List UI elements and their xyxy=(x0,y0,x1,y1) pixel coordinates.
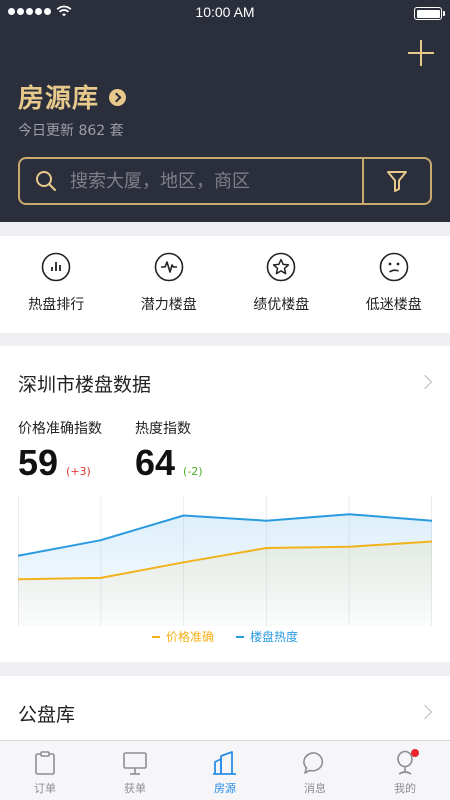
series-area xyxy=(18,514,432,626)
page-title: 房源库 xyxy=(18,84,100,114)
legend-item-price: 价格准确 xyxy=(151,628,214,645)
pulse-icon xyxy=(154,252,184,282)
legend-item-heat: 楼盘热度 xyxy=(236,628,298,645)
metric-price-accuracy: 价格准确指数 59 (+3) xyxy=(18,418,102,484)
notification-badge xyxy=(411,749,419,757)
status-bar: 10:00 AM xyxy=(0,0,450,26)
tab-label: 订单 xyxy=(34,782,56,795)
legend-swatch xyxy=(236,635,244,638)
chart-legend: 价格准确 楼盘热度 xyxy=(0,628,450,645)
tab-messages[interactable]: 消息 xyxy=(270,741,360,800)
status-time: 10:00 AM xyxy=(195,4,255,20)
quick-actions: 热盘排行 潜力楼盘 绩优楼盘 低迷楼盘 xyxy=(0,236,450,333)
quick-item-label: 热盘排行 xyxy=(28,297,85,313)
tab-label: 获单 xyxy=(124,782,146,795)
tab-profile[interactable]: 我的 xyxy=(360,741,450,800)
legend-label: 楼盘热度 xyxy=(250,630,299,644)
metric-heat: 热度指数 64 (-2) xyxy=(135,418,203,484)
legend-label: 价格准确 xyxy=(165,630,214,644)
quick-item-hot[interactable]: 热盘排行 xyxy=(0,236,113,333)
battery-icon xyxy=(414,7,445,20)
monitor-icon xyxy=(123,752,147,775)
filter-icon xyxy=(387,171,407,192)
update-count: 今日更新 862 套 xyxy=(18,123,124,139)
quick-item-label: 绩优楼盘 xyxy=(253,297,310,313)
chevron-right-icon[interactable] xyxy=(109,89,127,106)
quick-item-excellent[interactable]: 绩优楼盘 xyxy=(225,236,338,333)
metric-label: 热度指数 xyxy=(135,421,191,437)
add-button[interactable] xyxy=(408,40,434,66)
city-data-card: 深圳市楼盘数据 价格准确指数 59 (+3) 热度指数 64 (-2) 价格准确… xyxy=(0,346,450,662)
star-icon xyxy=(266,252,296,282)
tab-bar: 订单 获单 房源 消息 我的 xyxy=(0,740,450,800)
tab-get-orders[interactable]: 获单 xyxy=(90,741,180,800)
search-icon xyxy=(36,171,57,192)
public-listing-section[interactable]: 公盘库 xyxy=(0,676,450,740)
tab-label: 房源 xyxy=(214,782,236,795)
search-input[interactable] xyxy=(70,161,350,201)
card-title[interactable]: 深圳市楼盘数据 xyxy=(18,370,151,397)
metric-value: 64 xyxy=(135,442,176,483)
building-icon xyxy=(213,751,236,775)
metric-value: 59 xyxy=(18,442,59,483)
chevron-right-icon[interactable] xyxy=(417,374,433,390)
metric-change: (-2) xyxy=(183,465,203,478)
quick-item-potential[interactable]: 潜力楼盘 xyxy=(113,236,226,333)
clipboard-icon xyxy=(35,751,55,775)
quick-item-label: 低迷楼盘 xyxy=(365,297,422,313)
chevron-right-icon[interactable] xyxy=(417,704,433,720)
filter-button[interactable] xyxy=(364,159,430,203)
bar-chart-icon xyxy=(41,252,71,282)
legend-swatch xyxy=(151,635,160,638)
header: 10:00 AM 房源库 今日更新 862 套 xyxy=(0,0,450,222)
metric-label: 价格准确指数 xyxy=(18,421,102,437)
section-title: 公盘库 xyxy=(18,704,76,726)
quick-item-label: 潜力楼盘 xyxy=(140,297,197,313)
tab-listings[interactable]: 房源 xyxy=(180,741,270,800)
search-bar xyxy=(18,157,432,205)
tab-label: 我的 xyxy=(394,782,416,795)
tab-label: 消息 xyxy=(304,782,326,795)
line-chart xyxy=(18,496,432,626)
tab-orders[interactable]: 订单 xyxy=(0,741,90,800)
metric-change: (+3) xyxy=(66,465,91,478)
title-row[interactable]: 房源库 xyxy=(18,78,127,115)
sad-face-icon xyxy=(379,252,409,282)
chat-icon xyxy=(303,752,324,774)
quick-item-sluggish[interactable]: 低迷楼盘 xyxy=(338,236,450,333)
